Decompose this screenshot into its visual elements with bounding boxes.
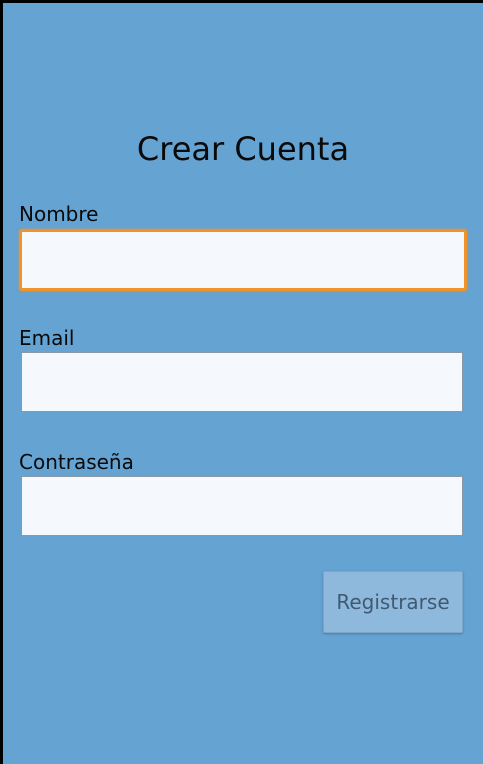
name-field[interactable] [19,229,467,291]
register-button[interactable]: Registrarse [323,571,463,633]
name-label: Nombre [19,202,99,226]
screen: Crear Cuenta Nombre Email Contraseña Reg… [3,3,483,764]
password-label: Contraseña [19,450,134,474]
email-field[interactable] [21,352,463,412]
page-title: Crear Cuenta [136,130,350,168]
password-field[interactable] [21,476,463,536]
email-label: Email [19,326,75,350]
